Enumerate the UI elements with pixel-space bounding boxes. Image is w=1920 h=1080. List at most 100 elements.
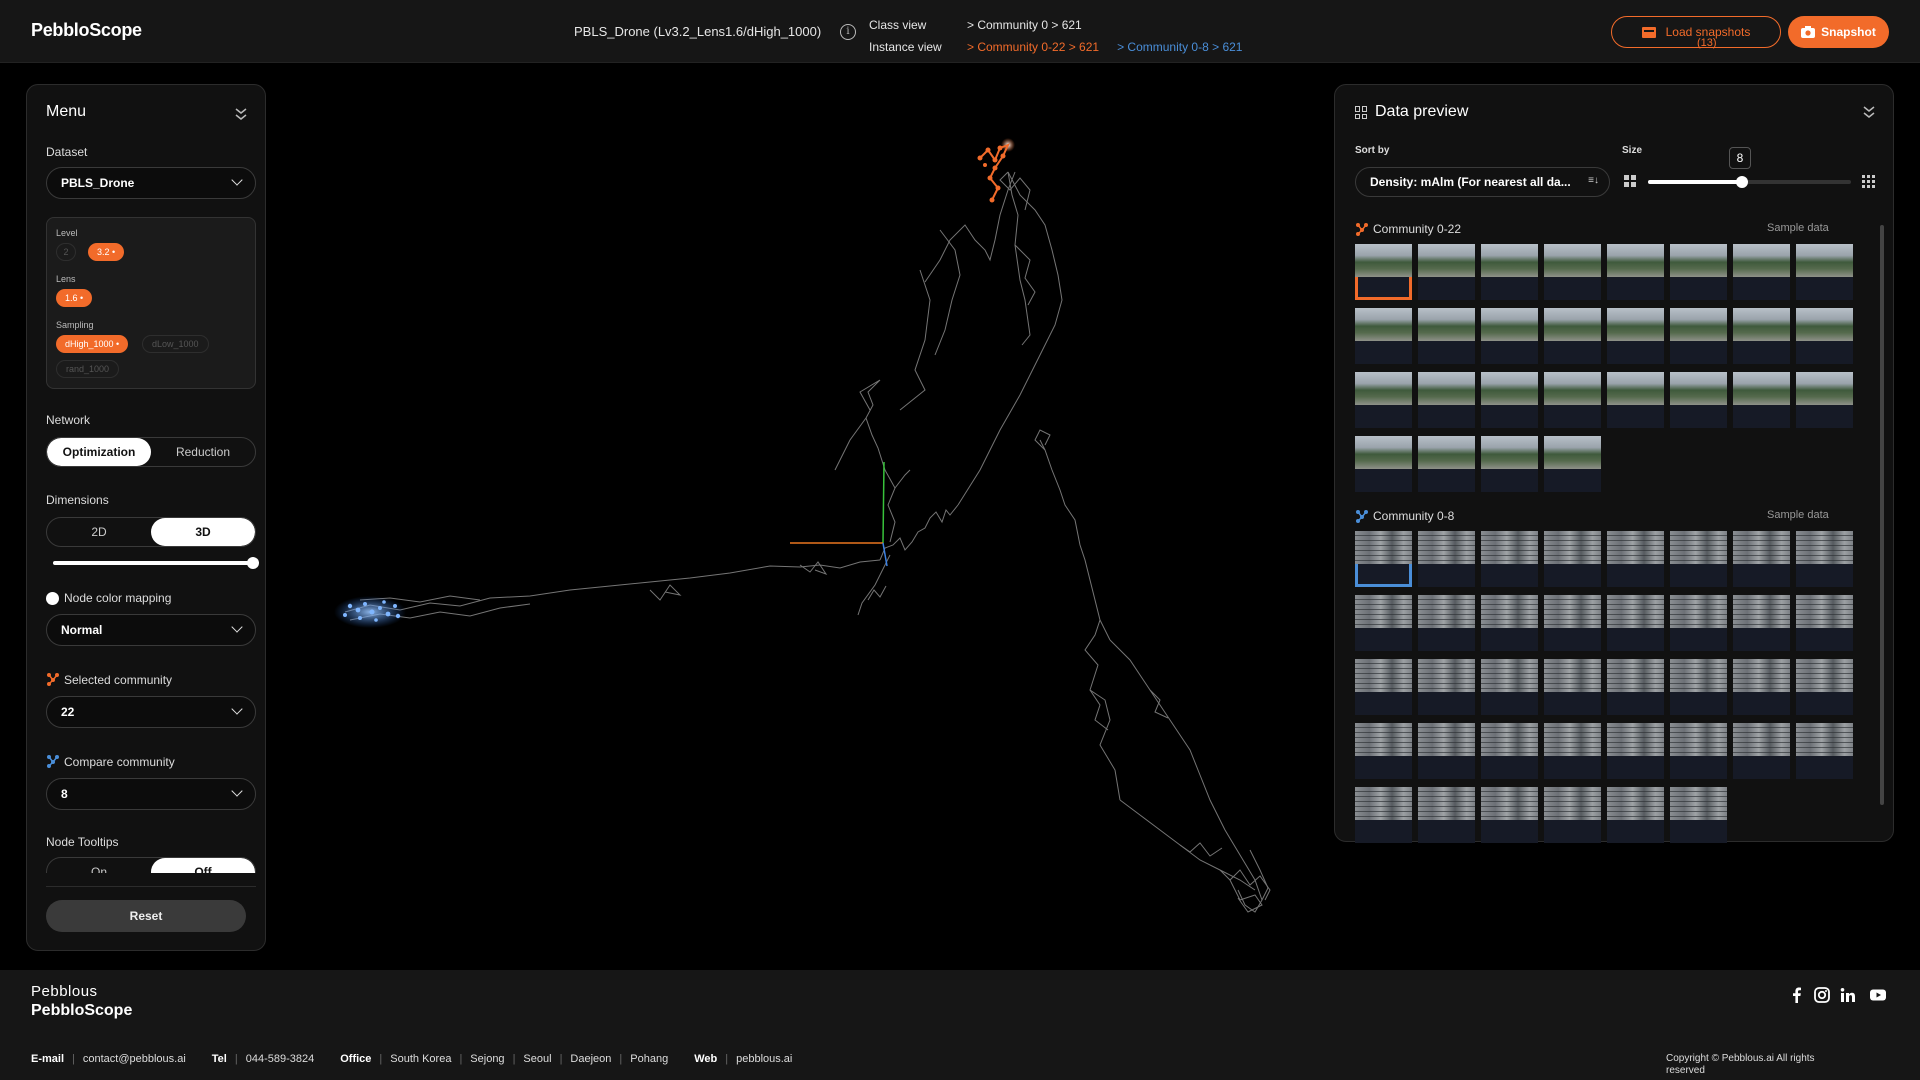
thumbnail-image[interactable] [1355,531,1412,587]
thumbnail-image[interactable] [1796,308,1853,364]
thumbnail-image[interactable] [1481,244,1538,300]
instance-path-selected[interactable]: > Community 0-22 > 621 [967,36,1099,58]
app-logo[interactable]: PebbloScope [31,20,142,41]
node-color-select[interactable]: Normal [46,614,256,646]
thumbnail-image[interactable] [1796,244,1853,300]
large-grid-icon[interactable] [1862,175,1875,188]
thumbnail-image[interactable] [1670,244,1727,300]
thumbnail-image[interactable] [1355,308,1412,364]
small-grid-icon[interactable] [1624,175,1636,187]
thumbnail-image[interactable] [1418,787,1475,843]
size-slider-thumb[interactable] [1736,176,1748,188]
thumbnail-image[interactable] [1418,436,1475,492]
preview-scrollbar[interactable] [1880,225,1884,805]
dimensions-option-2d[interactable]: 2D [47,518,151,546]
thumbnail-image[interactable] [1607,595,1664,651]
class-view-path[interactable]: > Community 0 > 621 [967,14,1082,36]
thumbnail-image[interactable] [1544,244,1601,300]
compare-community-select[interactable]: 8 [46,778,256,810]
thumbnail-image[interactable] [1355,659,1412,715]
thumbnail-image[interactable] [1607,723,1664,779]
node-color-radio[interactable] [46,592,59,605]
reset-button[interactable]: Reset [46,900,246,932]
snapshot-button[interactable]: Snapshot [1788,16,1889,48]
thumbnail-image[interactable] [1544,308,1601,364]
thumbnail-image[interactable] [1355,723,1412,779]
thumbnail-image[interactable] [1481,372,1538,428]
instance-path-compare[interactable]: > Community 0-8 > 621 [1117,36,1242,58]
thumbnail-image[interactable] [1418,659,1475,715]
thumbnail-image[interactable] [1733,723,1790,779]
tooltips-option-on[interactable]: On [47,858,151,873]
thumbnail-image[interactable] [1670,595,1727,651]
thumbnail-image[interactable] [1355,244,1412,300]
thumbnail-image[interactable] [1607,244,1664,300]
thumbnail-image[interactable] [1481,659,1538,715]
thumbnail-image[interactable] [1796,531,1853,587]
network-option-optimization[interactable]: Optimization [47,438,151,466]
info-icon[interactable]: i [840,24,856,40]
dimensions-option-3d[interactable]: 3D [151,518,255,546]
thumbnail-image[interactable] [1607,659,1664,715]
size-slider[interactable] [1648,176,1851,188]
thumbnail-image[interactable] [1418,595,1475,651]
collapse-menu-icon[interactable] [235,107,247,121]
sampling-option-dhigh[interactable]: dHigh_1000 • [56,335,129,353]
thumbnail-image[interactable] [1733,244,1790,300]
thumbnail-image[interactable] [1670,659,1727,715]
thumbnail-image[interactable] [1355,595,1412,651]
thumbnail-image[interactable] [1670,308,1727,364]
sampling-option-dlow[interactable]: dLow_1000 [142,335,209,353]
web-value[interactable]: pebblous.ai [736,1053,792,1065]
thumbnail-image[interactable] [1607,308,1664,364]
instagram-icon[interactable] [1813,986,1831,1004]
thumbnail-image[interactable] [1670,372,1727,428]
thumbnail-image[interactable] [1733,659,1790,715]
thumbnail-image[interactable] [1418,531,1475,587]
dataset-select[interactable]: PBLS_Drone [46,167,256,199]
email-value[interactable]: contact@pebblous.ai [83,1053,186,1065]
facebook-icon[interactable] [1788,986,1806,1004]
thumbnail-image[interactable] [1481,436,1538,492]
thumbnail-image[interactable] [1733,308,1790,364]
thumbnail-image[interactable] [1670,531,1727,587]
linkedin-icon[interactable] [1839,986,1857,1004]
thumbnail-image[interactable] [1544,372,1601,428]
thumbnail-image[interactable] [1796,372,1853,428]
thumbnail-image[interactable] [1481,308,1538,364]
thumbnail-image[interactable] [1418,372,1475,428]
thumbnail-image[interactable] [1418,244,1475,300]
load-snapshots-button[interactable]: Load snapshots (13) [1611,16,1781,49]
thumbnail-image[interactable] [1481,595,1538,651]
thumbnail-image[interactable] [1481,723,1538,779]
thumbnail-image[interactable] [1481,787,1538,843]
tooltips-option-off[interactable]: Off [151,858,255,873]
slider-thumb[interactable] [247,557,259,569]
thumbnail-image[interactable] [1544,787,1601,843]
thumbnail-image[interactable] [1733,531,1790,587]
thumbnail-image[interactable] [1544,659,1601,715]
selected-community-cluster[interactable] [977,138,1016,203]
thumbnail-image[interactable] [1733,595,1790,651]
thumbnail-image[interactable] [1355,787,1412,843]
thumbnail-image[interactable] [1418,308,1475,364]
sort-by-select[interactable]: Density: mAlm (For nearest all da... ≡↓ [1355,167,1610,197]
level-option-3-2[interactable]: 3.2 • [88,243,125,261]
thumbnail-image[interactable] [1418,723,1475,779]
lens-option-1-6[interactable]: 1.6 • [56,289,93,307]
compare-community-cluster[interactable] [334,596,406,628]
thumbnail-image[interactable] [1607,372,1664,428]
thumbnail-image[interactable] [1796,723,1853,779]
sampling-option-rand[interactable]: rand_1000 [56,360,120,378]
thumbnail-image[interactable] [1355,372,1412,428]
thumbnail-image[interactable] [1796,659,1853,715]
collapse-preview-icon[interactable] [1863,105,1875,119]
thumbnail-image[interactable] [1796,595,1853,651]
selected-community-select[interactable]: 22 [46,696,256,728]
sort-order-icon[interactable]: ≡↓ [1588,175,1599,186]
thumbnail-image[interactable] [1670,723,1727,779]
thumbnail-image[interactable] [1544,723,1601,779]
youtube-icon[interactable] [1869,986,1887,1004]
thumbnail-image[interactable] [1544,531,1601,587]
thumbnail-image[interactable] [1733,372,1790,428]
